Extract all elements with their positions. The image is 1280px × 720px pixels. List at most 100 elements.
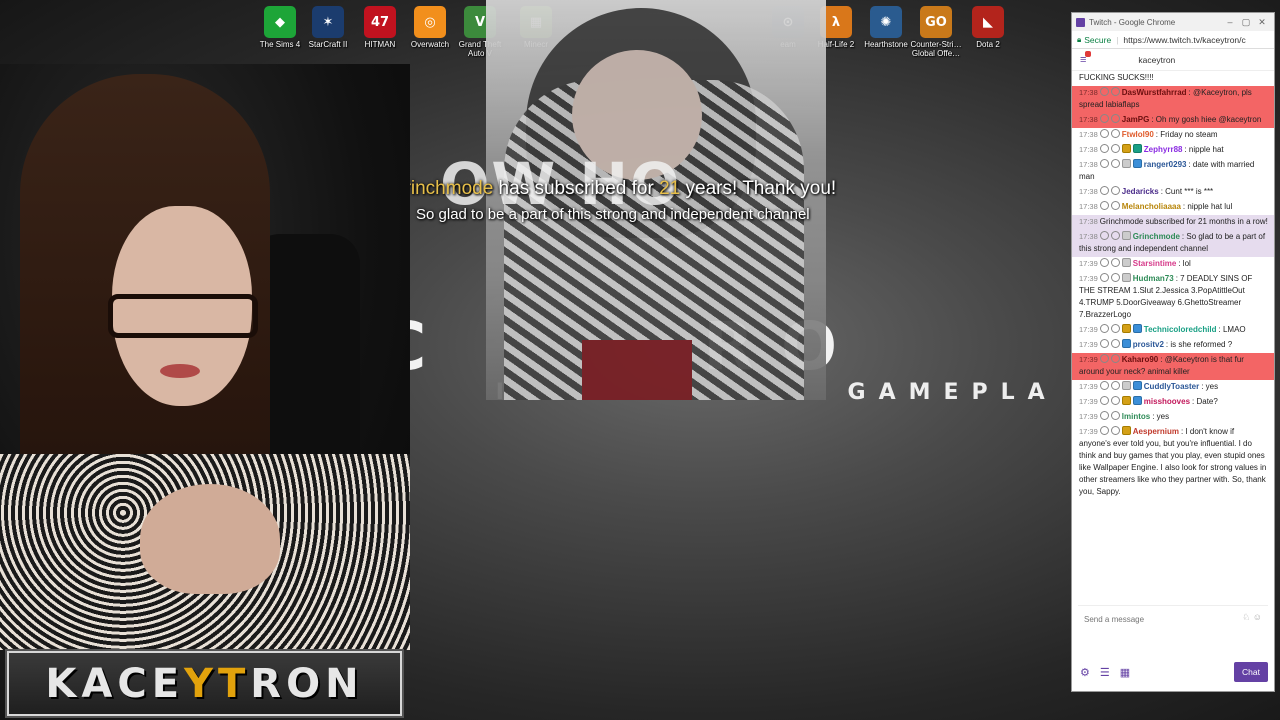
desktop-icon[interactable]: ◆ The Sims 4 — [254, 4, 306, 49]
message-text: : LMAO — [1218, 325, 1246, 334]
message-timestamp: 17:38 — [1079, 115, 1098, 124]
mod-action-icon[interactable] — [1110, 396, 1120, 405]
user-badge-icon — [1132, 144, 1142, 153]
mod-action-icon[interactable] — [1110, 339, 1120, 348]
minimize-icon[interactable]: – — [1222, 17, 1238, 27]
url-text[interactable]: https://www.twitch.tv/kaceytron/c — [1123, 35, 1245, 45]
chat-send-button[interactable]: Chat — [1234, 662, 1268, 682]
mod-action-icon[interactable] — [1110, 381, 1120, 390]
mod-action-icon[interactable] — [1110, 354, 1120, 363]
message-username[interactable]: Grinchmode — [1133, 232, 1180, 241]
message-username[interactable]: Hudman73 — [1133, 274, 1174, 283]
message-username[interactable]: CuddlyToaster — [1144, 382, 1199, 391]
message-username[interactable]: prositv2 — [1133, 340, 1164, 349]
mod-action-icon[interactable] — [1110, 114, 1120, 123]
chat-message: 17:38 DasWurstfahrrad: @Kaceytron, pls sp… — [1072, 86, 1274, 113]
emote-icons[interactable]: ♘ ☺ — [1242, 612, 1262, 623]
app-icon: ◎ — [414, 6, 446, 38]
sub-alert-headline: grinchmode has subscribed for 21 years! … — [394, 178, 836, 200]
mod-action-icon[interactable] — [1110, 186, 1120, 195]
message-username[interactable]: Aespernium — [1133, 427, 1179, 436]
message-username[interactable]: Technicoloredchild — [1144, 325, 1217, 334]
window-title: Twitch - Google Chrome — [1089, 17, 1176, 27]
message-username[interactable]: Jedaricks — [1122, 187, 1159, 196]
mod-action-icon[interactable] — [1099, 273, 1109, 282]
chat-input[interactable] — [1078, 606, 1268, 632]
mod-action-icon[interactable] — [1099, 87, 1109, 96]
mod-action-icon[interactable] — [1099, 201, 1109, 210]
chat-footer: ⚙ ☰ ▦ Chat — [1080, 661, 1268, 683]
message-username[interactable]: Melancholiaaaa — [1122, 202, 1181, 211]
close-icon[interactable]: ✕ — [1254, 17, 1270, 28]
settings-gear-icon[interactable]: ⚙ — [1080, 666, 1090, 679]
maximize-icon[interactable]: ▢ — [1238, 17, 1254, 28]
mod-action-icon[interactable] — [1099, 159, 1109, 168]
lock-icon: 🔒︎ — [1077, 34, 1082, 44]
mod-action-icon[interactable] — [1099, 426, 1109, 435]
mod-action-icon[interactable] — [1110, 201, 1120, 210]
address-bar[interactable]: 🔒︎ Secure | https://www.twitch.tv/kaceyt… — [1072, 31, 1274, 49]
mod-action-icon[interactable] — [1099, 411, 1109, 420]
desktop-icon[interactable]: ◣ Dota 2 — [962, 4, 1014, 49]
message-username[interactable]: lmintos — [1122, 412, 1150, 421]
mod-action-icon[interactable] — [1099, 354, 1109, 363]
message-username[interactable]: ranger0293 — [1144, 160, 1187, 169]
sub-alert-middle: has subscribed for — [493, 178, 660, 199]
mod-action-icon[interactable] — [1110, 231, 1120, 240]
desktop-icon[interactable]: ✺ Hearthstone — [860, 4, 912, 49]
chat-message: 17:38 Ftwlol90: Friday no steam — [1072, 128, 1274, 143]
message-text: Grinchmode subscribed for 21 months in a… — [1099, 217, 1268, 226]
mod-action-icon[interactable] — [1110, 426, 1120, 435]
mod-action-icon[interactable] — [1099, 339, 1109, 348]
rooms-icon[interactable]: ▦ — [1120, 666, 1130, 679]
mod-action-icon[interactable] — [1099, 231, 1109, 240]
desktop-icon[interactable]: ✶ StarCraft II — [302, 4, 354, 49]
viewer-list-icon[interactable]: ☰ — [1100, 666, 1110, 679]
desktop-icon-label: The Sims 4 — [259, 40, 301, 49]
chat-menu-icon[interactable]: ≡ — [1080, 50, 1092, 66]
logo-pre: KACE — [45, 660, 185, 707]
message-username[interactable]: Ftwlol90 — [1122, 130, 1154, 139]
message-timestamp: 17:39 — [1079, 397, 1098, 406]
desktop-icon[interactable]: GO Counter-Stri… Global Offe… — [910, 4, 962, 58]
message-username[interactable]: Starsintime — [1133, 259, 1177, 268]
mod-action-icon[interactable] — [1099, 186, 1109, 195]
notification-dot — [1085, 50, 1092, 57]
mod-action-icon[interactable] — [1099, 114, 1109, 123]
chat-message: FUCKING SUCKS!!!! — [1072, 71, 1274, 86]
mod-action-icon[interactable] — [1099, 258, 1109, 267]
message-username[interactable]: misshooves — [1144, 397, 1190, 406]
chat-message: 17:39 Starsintime: lol — [1072, 257, 1274, 272]
user-badge-icon — [1121, 339, 1131, 348]
mod-action-icon[interactable] — [1110, 324, 1120, 333]
chat-message: 17:39 Aespernium: I don't know if anyone'… — [1072, 425, 1274, 500]
mod-action-icon[interactable] — [1110, 129, 1120, 138]
message-timestamp: 17:38 — [1079, 232, 1098, 241]
message-username[interactable]: Zephyrr88 — [1144, 145, 1183, 154]
message-username[interactable]: DasWurstfahrrad — [1122, 88, 1187, 97]
chat-header: ≡ kaceytron — [1072, 49, 1274, 71]
mod-action-icon[interactable] — [1110, 87, 1120, 96]
chat-message: 17:38 Zephyrr88: nipple hat — [1072, 143, 1274, 158]
mod-action-icon[interactable] — [1110, 258, 1120, 267]
mod-action-icon[interactable] — [1099, 129, 1109, 138]
window-titlebar[interactable]: Twitch - Google Chrome – ▢ ✕ — [1072, 13, 1274, 31]
mod-action-icon[interactable] — [1110, 144, 1120, 153]
mod-action-icon[interactable] — [1110, 273, 1120, 282]
message-text: FUCKING SUCKS!!!! — [1079, 73, 1154, 82]
desktop-icon[interactable]: 47 HITMAN — [354, 4, 406, 49]
message-username[interactable]: Kaharo90 — [1122, 355, 1158, 364]
message-timestamp: 17:38 — [1079, 217, 1098, 226]
mod-action-icon[interactable] — [1110, 159, 1120, 168]
mod-action-icon[interactable] — [1099, 324, 1109, 333]
mod-action-icon[interactable] — [1099, 396, 1109, 405]
chat-message: 17:38 ranger0293: date with married man — [1072, 158, 1274, 185]
app-icon: GO — [920, 6, 952, 38]
sub-alert-message: So glad to be a part of this strong and … — [416, 206, 810, 223]
mod-action-icon[interactable] — [1110, 411, 1120, 420]
message-username[interactable]: JamPG — [1122, 115, 1150, 124]
desktop-icon[interactable]: ◎ Overwatch — [404, 4, 456, 49]
mod-action-icon[interactable] — [1099, 144, 1109, 153]
webcam-feed — [0, 64, 410, 650]
mod-action-icon[interactable] — [1099, 381, 1109, 390]
